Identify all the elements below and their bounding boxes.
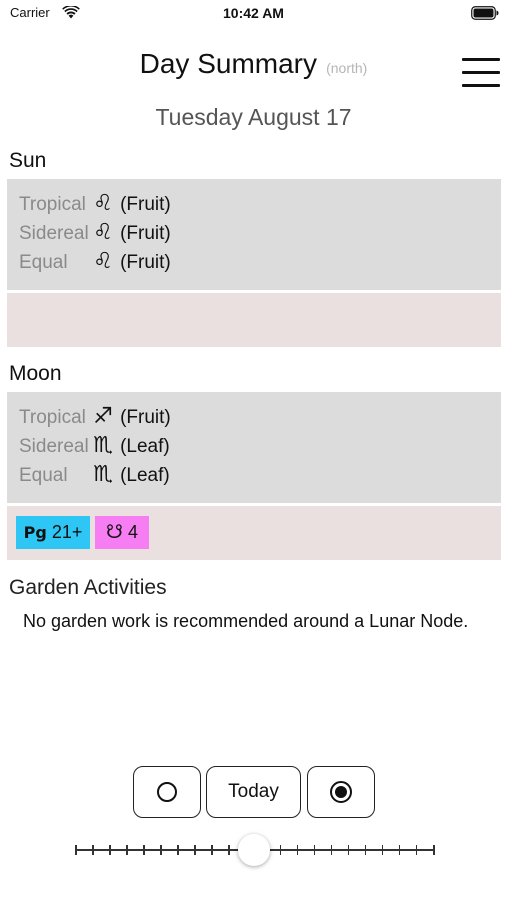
sun-row-tropical: Tropical ♌ (Fruit) bbox=[19, 189, 171, 218]
page-title: Day Summary bbox=[139, 48, 318, 79]
moon-row-equal: Equal ♏ (Leaf) bbox=[19, 460, 170, 489]
slider-tick bbox=[415, 845, 418, 855]
slider-tick bbox=[381, 845, 384, 855]
sun-row-sidereal: Sidereal ♌ (Fruit) bbox=[19, 218, 171, 247]
slider-tick bbox=[126, 845, 128, 855]
battery-icon bbox=[471, 6, 499, 20]
sun-zodiac-box: Tropical ♌ (Fruit) Sidereal ♌ (Fruit) Equa… bbox=[7, 179, 501, 290]
menu-icon-bar-middle bbox=[462, 71, 500, 74]
garden-activities-title: Garden Activities bbox=[9, 576, 167, 599]
slider-tick bbox=[364, 845, 367, 855]
menu-icon-bar-bottom bbox=[462, 84, 500, 87]
today-button[interactable]: Today bbox=[206, 766, 301, 818]
next-day-button[interactable] bbox=[307, 766, 375, 818]
slider-tick bbox=[92, 845, 94, 855]
sun-events-box bbox=[7, 293, 501, 347]
filled-circle-icon bbox=[330, 781, 352, 803]
zodiac-system-label: Equal bbox=[19, 252, 68, 273]
sun-section-title: Sun bbox=[9, 149, 47, 172]
lunar-node-value: 4 bbox=[127, 522, 138, 542]
leo-icon: ♌ bbox=[93, 220, 113, 245]
sagittarius-icon: ♐ bbox=[93, 404, 113, 429]
element-label: (Leaf) bbox=[120, 465, 170, 486]
perigee-icon: Pg bbox=[23, 523, 47, 542]
leo-icon: ♌ bbox=[93, 249, 113, 274]
open-circle-icon bbox=[157, 782, 177, 802]
perigee-value: 21+ bbox=[51, 522, 83, 542]
moon-events-box: Pg 21+ ☋ 4 bbox=[7, 506, 501, 560]
slider-tick bbox=[433, 845, 435, 855]
element-label: (Leaf) bbox=[120, 436, 170, 457]
moon-row-sidereal: Sidereal ♏ (Leaf) bbox=[19, 431, 170, 460]
moon-zodiac-box: Tropical ♐ (Fruit) Sidereal ♏ (Leaf) Equal… bbox=[7, 392, 501, 503]
slider-tick bbox=[194, 845, 196, 855]
sun-row-equal: Equal ♌ (Fruit) bbox=[19, 247, 171, 276]
element-label: (Fruit) bbox=[120, 252, 171, 273]
slider-tick bbox=[109, 845, 111, 855]
slider-tick bbox=[313, 845, 316, 855]
zodiac-system-label: Tropical bbox=[19, 194, 86, 215]
status-time: 10:42 AM bbox=[223, 5, 284, 21]
slider-tick bbox=[279, 845, 282, 855]
zodiac-system-label: Tropical bbox=[19, 407, 86, 428]
menu-icon-bar-top bbox=[462, 58, 500, 61]
status-bar: Carrier 10:42 AM bbox=[0, 0, 507, 30]
perigee-badge[interactable]: Pg 21+ bbox=[16, 516, 90, 549]
date-label: Tuesday August 17 bbox=[155, 104, 352, 130]
slider-tick bbox=[347, 845, 350, 855]
moon-section-title: Moon bbox=[9, 362, 62, 385]
title-wrap: Day Summary (north) bbox=[0, 48, 507, 80]
moon-row-tropical: Tropical ♐ (Fruit) bbox=[19, 402, 171, 431]
slider-tick bbox=[296, 845, 299, 855]
previous-day-button[interactable] bbox=[133, 766, 201, 818]
element-label: (Fruit) bbox=[120, 223, 171, 244]
day-slider[interactable] bbox=[75, 834, 435, 866]
scorpio-icon: ♏ bbox=[93, 462, 113, 487]
slider-tick bbox=[177, 845, 179, 855]
slider-tick bbox=[398, 845, 401, 855]
element-label: (Fruit) bbox=[120, 407, 171, 428]
slider-tick bbox=[211, 845, 213, 855]
slider-tick bbox=[160, 845, 162, 855]
leo-icon: ♌ bbox=[93, 191, 113, 216]
slider-tick bbox=[330, 845, 333, 855]
slider-thumb[interactable] bbox=[238, 834, 270, 866]
hemisphere-label: (north) bbox=[326, 60, 368, 76]
zodiac-system-label: Sidereal bbox=[19, 223, 89, 244]
descending-node-icon: ☋ bbox=[106, 521, 123, 543]
menu-button[interactable] bbox=[462, 56, 502, 90]
scorpio-icon: ♏ bbox=[93, 433, 113, 458]
slider-tick bbox=[143, 845, 145, 855]
slider-tick bbox=[228, 845, 230, 855]
element-label: (Fruit) bbox=[120, 194, 171, 215]
lunar-node-badge[interactable]: ☋ 4 bbox=[95, 516, 149, 549]
zodiac-system-label: Equal bbox=[19, 465, 68, 486]
header: Day Summary (north) bbox=[0, 48, 507, 92]
slider-tick bbox=[75, 845, 77, 855]
garden-activities-text: No garden work is recommended around a L… bbox=[23, 611, 469, 631]
zodiac-system-label: Sidereal bbox=[19, 436, 89, 457]
